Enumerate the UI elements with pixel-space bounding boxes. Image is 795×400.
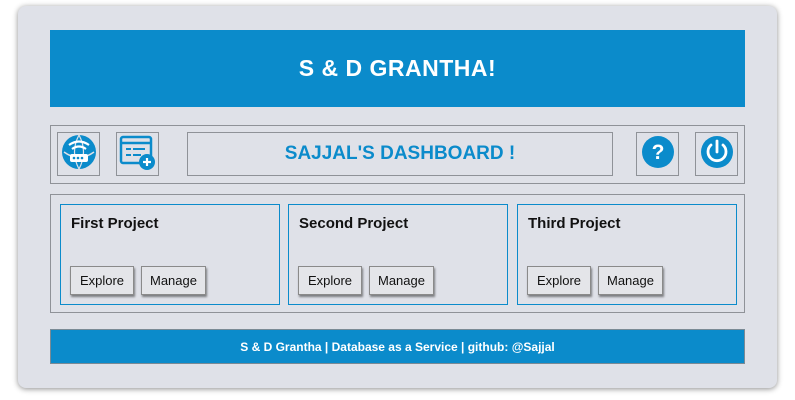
project-card: First Project Explore Manage <box>60 204 280 305</box>
network-button[interactable] <box>57 132 100 176</box>
dashboard-title-box: SAJJAL'S DASHBOARD ! <box>187 132 613 176</box>
projects-panel: First Project Explore Manage Second Proj… <box>50 194 745 313</box>
project-title: Third Project <box>528 215 621 232</box>
manage-button[interactable]: Manage <box>369 266 434 295</box>
manage-button[interactable]: Manage <box>598 266 663 295</box>
manage-button[interactable]: Manage <box>141 266 206 295</box>
project-card: Second Project Explore Manage <box>288 204 508 305</box>
project-card: Third Project Explore Manage <box>517 204 737 305</box>
app-window: S & D GRANTHA! SAJJAL'S DASHBOARD ! ? Fi… <box>18 6 777 388</box>
power-button[interactable] <box>695 132 738 176</box>
svg-text:?: ? <box>651 141 664 164</box>
power-icon <box>699 134 735 175</box>
dashboard-title: SAJJAL'S DASHBOARD ! <box>284 143 516 164</box>
explore-button[interactable]: Explore <box>527 266 591 295</box>
add-database-button[interactable] <box>116 132 159 176</box>
project-title: Second Project <box>299 215 409 232</box>
project-title: First Project <box>71 215 159 232</box>
app-title: S & D GRANTHA! <box>298 55 497 81</box>
footer-text: S & D Grantha | Database as a Service | … <box>240 339 555 354</box>
help-icon: ? <box>640 134 676 175</box>
footer-bar: S & D Grantha | Database as a Service | … <box>50 329 745 364</box>
explore-button[interactable]: Explore <box>70 266 134 295</box>
dashboard-toolbar: SAJJAL'S DASHBOARD ! ? <box>50 125 745 184</box>
help-button[interactable]: ? <box>636 132 679 176</box>
database-network-icon <box>60 133 98 176</box>
header-banner: S & D GRANTHA! <box>50 30 745 107</box>
add-database-icon <box>119 133 157 176</box>
explore-button[interactable]: Explore <box>298 266 362 295</box>
